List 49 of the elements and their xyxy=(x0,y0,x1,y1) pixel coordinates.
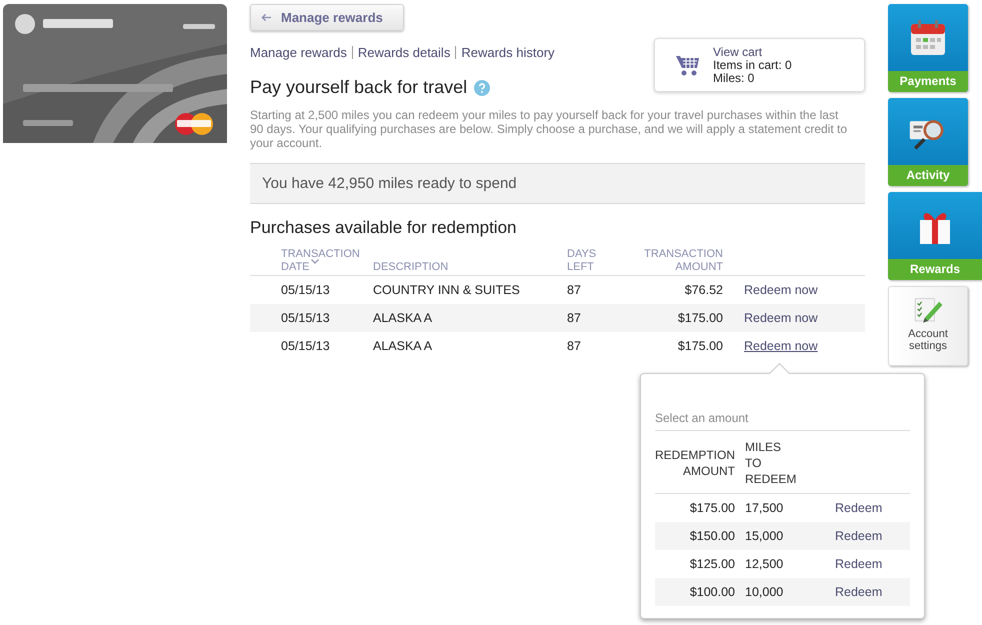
rewards-link[interactable]: Rewards details xyxy=(358,45,450,60)
table-cell: 05/15/13 xyxy=(281,283,330,297)
table-cell: $125.00 xyxy=(690,557,735,571)
table-cell: $175.00 xyxy=(690,501,735,515)
table-cell: 87 xyxy=(567,311,581,325)
table-cell: $175.00 xyxy=(678,311,723,325)
redeem-link[interactable]: Redeem xyxy=(835,529,882,543)
redeem-link[interactable]: Redeem xyxy=(835,501,882,515)
table-cell: $76.52 xyxy=(684,283,723,297)
redeem-now-link[interactable]: Redeem now xyxy=(744,339,818,353)
redeem-link[interactable]: Redeem xyxy=(835,585,882,599)
redeem-link[interactable]: Redeem xyxy=(835,557,882,571)
table-cell: $175.00 xyxy=(678,339,723,353)
table-cell: 05/15/13 xyxy=(281,311,330,325)
table-cell: 05/15/13 xyxy=(281,339,330,353)
table-cell: COUNTRY INN & SUITES xyxy=(373,283,520,297)
rewards-link[interactable]: Manage rewards xyxy=(250,45,347,60)
column-header: MILES TO REDEEM xyxy=(745,440,796,486)
table-cell: ALASKA A xyxy=(373,339,432,353)
table-cell: 87 xyxy=(567,339,581,353)
section-heading: Purchases available for redemption xyxy=(250,218,518,238)
table-cell: 87 xyxy=(567,283,581,297)
checklist-pencil-icon xyxy=(912,295,944,323)
calendar-icon xyxy=(908,18,948,58)
page-heading: Pay yourself back for travel xyxy=(250,77,468,98)
redeem-now-link[interactable]: Redeem now xyxy=(744,311,818,325)
rewards-link[interactable]: Rewards history xyxy=(461,45,555,60)
sort-caret-icon xyxy=(310,259,319,264)
redeem-now-link[interactable]: Redeem now xyxy=(744,283,818,297)
cart-miles: Miles: 0 xyxy=(713,72,756,84)
cart-items-count: Items in cart: 0 xyxy=(713,58,792,72)
table-cell: $150.00 xyxy=(690,529,735,543)
back-button[interactable]: Manage rewards xyxy=(250,4,404,31)
table-cell: 10,000 xyxy=(745,585,784,599)
table-cell: ALASKA A xyxy=(373,311,432,325)
miles-banner: You have 42,950 miles ready to spend xyxy=(250,163,865,204)
table-cell: $100.00 xyxy=(690,585,735,599)
cart-icon xyxy=(675,53,701,77)
back-arrow-icon xyxy=(261,13,272,22)
table-cell: 17,500 xyxy=(745,501,784,515)
nav-tab[interactable]: Account settings xyxy=(888,286,968,366)
table-cell: 15,000 xyxy=(745,529,784,543)
table-cell: 12,500 xyxy=(745,557,784,571)
column-header: REDEMPTION AMOUNT xyxy=(655,448,736,478)
intro-text: Starting at 2,500 miles you can redeem your miles to pay yourself back for your travel purchases within the last 90 days. Your qualifying purchases are below. Simply choose a purchase, and we will apply a statement credit to your account. xyxy=(250,108,848,150)
cart-panel[interactable]: View cart Items in cart: 0 Miles: 0 xyxy=(654,38,865,92)
popover-title: Select an amount xyxy=(655,411,910,431)
view-cart-link[interactable]: View cart xyxy=(713,46,792,58)
help-icon[interactable] xyxy=(474,80,490,96)
